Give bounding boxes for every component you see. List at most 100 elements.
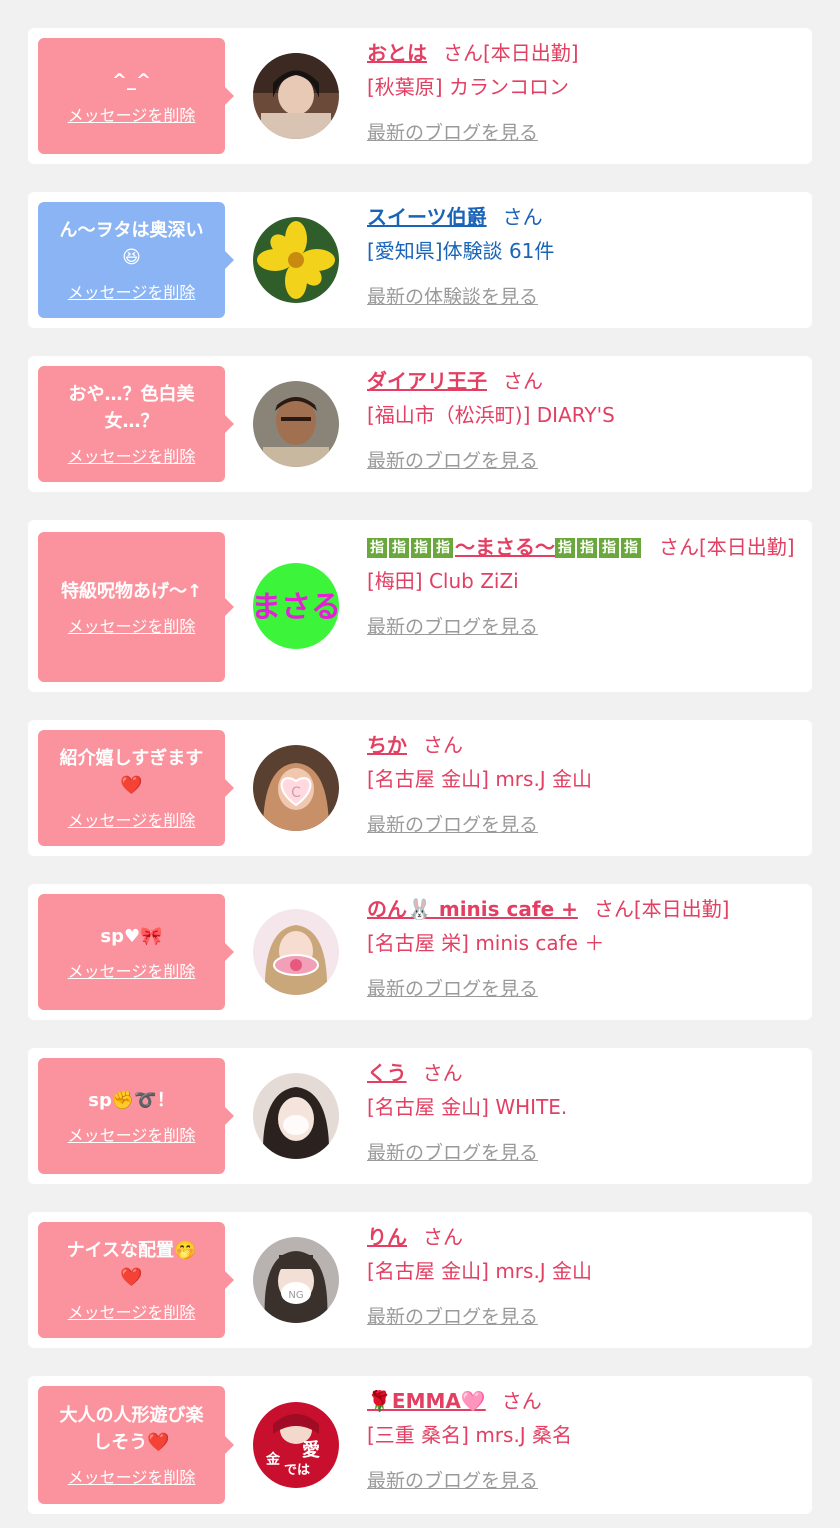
avatar[interactable]: [253, 1073, 339, 1159]
latest-blog-link[interactable]: 最新のブログを見る: [367, 444, 538, 478]
honorific: さん[本日出勤]: [593, 897, 730, 921]
cast-info: 🌹EMMA🩷 さん [三重 桑名] mrs.J 桑名 最新のブログを見る: [367, 1384, 800, 1498]
honorific: さん: [501, 1389, 542, 1413]
honorific: さん: [423, 733, 463, 757]
message-bubble: ん〜ヲタは奥深い 😆 メッセージを削除: [38, 202, 234, 318]
cast-name-link[interactable]: ちか: [367, 733, 407, 757]
avatar-text: 愛: [302, 1439, 320, 1461]
cast-info: スイーツ伯爵 さん [愛知県]体験談 61件 最新の体験談を見る: [367, 200, 800, 314]
avatar-text: NG: [288, 1290, 303, 1301]
finger-emoji-tag: 指: [555, 538, 575, 558]
message-bubble: ナイスな配置🤭 ❤️ メッセージを削除: [38, 1222, 234, 1338]
message-text: sp♥🎀: [100, 925, 163, 947]
cast-info: ちか さん [名古屋 金山] mrs.J 金山 最新のブログを見る: [367, 728, 800, 842]
latest-review-link[interactable]: 最新の体験談を見る: [367, 280, 538, 314]
delete-message-link[interactable]: メッセージを削除: [68, 1464, 196, 1488]
delete-message-link[interactable]: メッセージを削除: [68, 443, 196, 467]
honorific: さん: [502, 205, 543, 229]
finger-emoji-tag: 指: [433, 538, 453, 558]
delete-message-link[interactable]: メッセージを削除: [68, 279, 196, 303]
shop-info: [福山市（松浜町)] DIARY'S: [367, 403, 615, 427]
cast-info: りん さん [名古屋 金山] mrs.J 金山 最新のブログを見る: [367, 1220, 800, 1334]
honorific: さん[本日出勤]: [659, 535, 795, 559]
latest-blog-link[interactable]: 最新のブログを見る: [367, 1300, 538, 1334]
cast-name-link[interactable]: ダイアリ王子: [367, 369, 487, 393]
latest-blog-link[interactable]: 最新のブログを見る: [367, 116, 538, 150]
latest-blog-link[interactable]: 最新のブログを見る: [367, 808, 538, 842]
delete-message-link[interactable]: メッセージを削除: [68, 1299, 196, 1323]
delete-message-link[interactable]: メッセージを削除: [68, 613, 196, 637]
cast-info: 指指指指〜まさる〜指指指指さん[本日出勤] [梅田] Club ZiZi 最新の…: [367, 530, 800, 644]
cast-info: のん🐰 minis cafe + さん[本日出勤] [名古屋 栄] minis c…: [367, 892, 800, 1006]
message-bubble: 紹介嬉しすぎます ❤️ メッセージを削除: [38, 730, 234, 846]
latest-blog-link[interactable]: 最新のブログを見る: [367, 972, 538, 1006]
avatar[interactable]: [253, 909, 339, 995]
message-text: ナイスな配置🤭 ❤️: [66, 1240, 197, 1288]
shop-info: [名古屋 金山] mrs.J 金山: [367, 767, 593, 791]
latest-blog-link[interactable]: 最新のブログを見る: [367, 1136, 538, 1170]
message-card: ナイスな配置🤭 ❤️ メッセージを削除 NG りん さん [名古屋 金山] mrs…: [28, 1212, 812, 1348]
cast-name-link[interactable]: りん: [367, 1225, 407, 1249]
message-bubble: おや…？色白美 女…？ メッセージを削除: [38, 366, 234, 482]
shop-info: [秋葉原] カランコロン: [367, 75, 569, 99]
delete-message-link[interactable]: メッセージを削除: [68, 958, 196, 982]
finger-emoji-tag: 指: [599, 538, 619, 558]
message-text: sp✊➰！: [88, 1089, 175, 1111]
finger-emoji-tag: 指: [411, 538, 431, 558]
delete-message-link[interactable]: メッセージを削除: [68, 102, 196, 126]
message-text: おや…？色白美 女…？: [68, 384, 195, 432]
latest-blog-link[interactable]: 最新のブログを見る: [367, 1464, 538, 1498]
message-card: 大人の人形遊び楽 しそう❤️ メッセージを削除 愛 金 では 🌹EMMA🩷 さん …: [28, 1376, 812, 1514]
message-bubble: 大人の人形遊び楽 しそう❤️ メッセージを削除: [38, 1386, 234, 1504]
cast-info: ダイアリ王子 さん [福山市（松浜町)] DIARY'S 最新のブログを見る: [367, 364, 800, 478]
message-text: 大人の人形遊び楽 しそう❤️: [59, 1405, 204, 1453]
shop-info: [名古屋 金山] WHITE.: [367, 1095, 568, 1119]
honorific: さん: [422, 1061, 463, 1085]
shop-info: [名古屋 金山] mrs.J 金山: [367, 1259, 593, 1283]
shop-info: [三重 桑名] mrs.J 桑名: [367, 1423, 573, 1447]
message-card: 特級呪物あげ〜↑ メッセージを削除 まさる 指指指指〜まさる〜指指指指さん[本日…: [28, 520, 812, 692]
cast-name-link[interactable]: スイーツ伯爵: [367, 205, 487, 229]
cast-name-link[interactable]: くう: [367, 1061, 407, 1085]
message-card: sp♥🎀 メッセージを削除 のん🐰 minis cafe + さん[本日出勤] […: [28, 884, 812, 1020]
message-text: 紹介嬉しすぎます ❤️: [59, 748, 204, 796]
avatar[interactable]: 愛 金 では: [253, 1402, 339, 1488]
cast-info: くう さん [名古屋 金山] WHITE. 最新のブログを見る: [367, 1056, 800, 1170]
avatar[interactable]: NG: [253, 1237, 339, 1323]
avatar[interactable]: まさる: [253, 563, 339, 649]
avatar-text: まさる: [253, 590, 339, 625]
message-text: ん〜ヲタは奥深い 😆: [59, 220, 204, 268]
finger-emoji-tag: 指: [389, 538, 409, 558]
cast-name-link[interactable]: おとは: [367, 41, 427, 65]
avatar[interactable]: [253, 217, 339, 303]
cast-name-text: 〜まさる〜: [455, 535, 555, 559]
shop-info: [梅田] Club ZiZi: [367, 569, 519, 593]
avatar-text: では: [284, 1463, 310, 1478]
avatar-text: 金: [265, 1451, 281, 1468]
avatar[interactable]: [253, 381, 339, 467]
finger-emoji-tag: 指: [621, 538, 641, 558]
message-card: 紹介嬉しすぎます ❤️ メッセージを削除 C ちか さん [名古屋 金山] mrs…: [28, 720, 812, 856]
cast-name-link[interactable]: 指指指指〜まさる〜指指指指: [367, 535, 643, 559]
honorific: さん: [423, 1225, 463, 1249]
finger-emoji-tag: 指: [577, 538, 597, 558]
message-bubble: ^_^ メッセージを削除: [38, 38, 234, 154]
avatar[interactable]: [253, 53, 339, 139]
shop-info: [名古屋 栄] minis cafe ＋: [367, 931, 605, 955]
message-bubble: 特級呪物あげ〜↑ メッセージを削除: [38, 532, 234, 682]
message-bubble: sp✊➰！ メッセージを削除: [38, 1058, 234, 1174]
delete-message-link[interactable]: メッセージを削除: [68, 1122, 196, 1146]
message-card: ん〜ヲタは奥深い 😆 メッセージを削除 スイーツ伯爵 さん [愛知県]体験談 61…: [28, 192, 812, 328]
message-card: ^_^ メッセージを削除 おとは さん[本日出勤] [秋葉原] カランコロン 最新…: [28, 28, 812, 164]
shop-info: [愛知県]体験談 61件: [367, 239, 555, 263]
latest-blog-link[interactable]: 最新のブログを見る: [367, 610, 538, 644]
cast-info: おとは さん[本日出勤] [秋葉原] カランコロン 最新のブログを見る: [367, 36, 800, 150]
message-bubble: sp♥🎀 メッセージを削除: [38, 894, 234, 1010]
cast-name-link[interactable]: のん🐰 minis cafe +: [367, 897, 578, 921]
delete-message-link[interactable]: メッセージを削除: [68, 807, 196, 831]
honorific: さん[本日出勤]: [443, 41, 579, 65]
honorific: さん: [503, 369, 543, 393]
message-card: おや…？色白美 女…？ メッセージを削除 ダイアリ王子 さん [福山市（松浜町)]…: [28, 356, 812, 492]
cast-name-link[interactable]: 🌹EMMA🩷: [367, 1389, 486, 1413]
avatar[interactable]: C: [253, 745, 339, 831]
